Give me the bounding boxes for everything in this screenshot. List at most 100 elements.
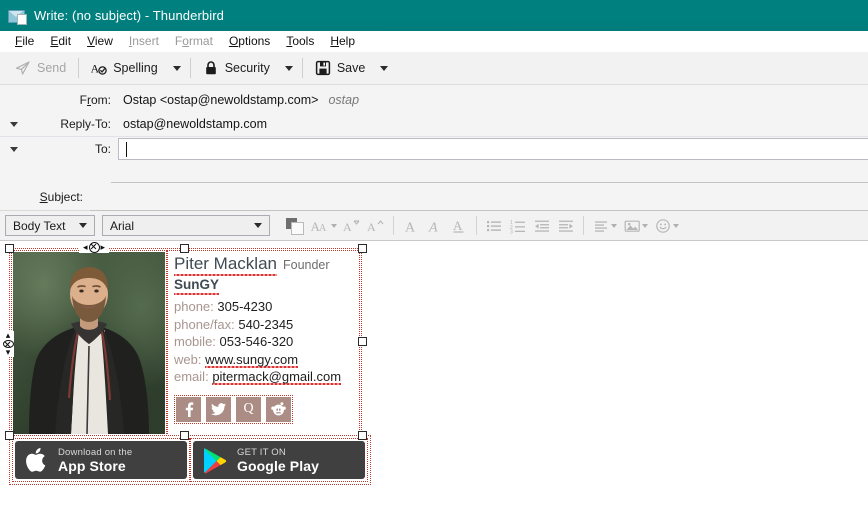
window-titlebar: Write: (no subject) - Thunderbird <box>0 0 868 31</box>
social-links: Q <box>174 394 293 424</box>
signature-info-cell: Piter Macklan Founder SunGY phone: 305-4… <box>167 250 360 436</box>
spellcheck-icon: A <box>91 62 107 76</box>
signature-row-label: email: <box>174 369 209 384</box>
to-row: To: <box>0 137 868 161</box>
security-dropdown[interactable] <box>279 55 299 81</box>
message-body-editor[interactable]: ◂ ▸ ▴ ▾ Piter Macklan Founder SunGY phon… <box>0 241 868 492</box>
selection-handle-top-center[interactable] <box>180 244 189 253</box>
underline-button[interactable]: A <box>447 214 471 238</box>
selection-handle-top-right[interactable] <box>358 244 367 253</box>
signature-table[interactable]: Piter Macklan Founder SunGY phone: 305-4… <box>9 248 362 438</box>
menu-view[interactable]: View <box>79 31 121 52</box>
signature-row-label: mobile: <box>174 334 216 349</box>
menubar: File Edit View Insert Format Options Too… <box>0 31 868 52</box>
emoticon-menu-button[interactable] <box>651 214 682 238</box>
menu-help[interactable]: Help <box>322 31 363 52</box>
security-label: Security <box>224 61 270 75</box>
menu-file[interactable]: File <box>7 31 42 52</box>
resize-handle-vertical[interactable]: ▴ ▾ <box>2 331 14 357</box>
insert-image-menu-button[interactable] <box>620 214 651 238</box>
paragraph-style-select[interactable]: Body Text <box>5 215 95 236</box>
selection-handle-bottom-right[interactable] <box>358 431 367 440</box>
svg-text:A: A <box>453 218 463 233</box>
app-store-badge[interactable]: Download on the App Store <box>15 441 187 479</box>
signature-row-value[interactable]: pitermack@gmail.com <box>212 369 342 385</box>
spelling-dropdown[interactable] <box>167 55 187 81</box>
decrease-font-size-button[interactable]: A <box>340 214 364 238</box>
resize-handle-horizontal[interactable]: ◂ ▸ <box>79 241 109 253</box>
signature-row-mobile: mobile: 053-546-320 <box>174 333 356 351</box>
signature-row-web: web: www.sungy.com <box>174 351 356 369</box>
selection-handle-top-left[interactable] <box>5 244 14 253</box>
align-menu-button[interactable] <box>589 214 620 238</box>
increase-font-size-button[interactable]: A <box>364 214 388 238</box>
save-dropdown[interactable] <box>374 55 394 81</box>
email-signature-selection[interactable]: Piter Macklan Founder SunGY phone: 305-4… <box>5 244 367 440</box>
subject-input[interactable] <box>90 183 868 211</box>
google-play-logo-icon <box>204 447 227 473</box>
bold-button[interactable]: A <box>399 214 423 238</box>
to-input[interactable] <box>118 138 868 160</box>
security-button[interactable]: Security <box>194 55 279 81</box>
selection-handle-middle-right[interactable] <box>358 337 367 346</box>
reply-to-twisty[interactable] <box>0 112 28 136</box>
reply-to-field[interactable]: ostap@newoldstamp.com <box>118 112 868 136</box>
format-separator <box>583 216 584 235</box>
formatting-toolbar: Body Text Arial A A A A A A A 1 2 3 <box>0 210 868 241</box>
font-family-select[interactable]: Arial <box>102 215 270 236</box>
font-size-menu-button[interactable]: A A <box>309 214 340 238</box>
signature-row-label: phone: <box>174 299 214 314</box>
save-button[interactable]: Save <box>306 55 375 81</box>
app-badges-row[interactable]: Download on the App Store GET IT ON Goog… <box>9 435 371 485</box>
from-identity: ostap <box>328 93 360 107</box>
from-row-spacer <box>0 88 28 112</box>
menu-tools[interactable]: Tools <box>278 31 322 52</box>
toolbar-separator <box>301 58 303 78</box>
google-play-line1: GET IT ON <box>237 446 286 458</box>
reddit-icon[interactable] <box>266 396 291 422</box>
indent-button[interactable] <box>554 214 578 238</box>
google-play-cell: GET IT ON Google Play <box>190 438 368 482</box>
spelling-button[interactable]: A Spelling <box>82 55 166 81</box>
selection-handle-bottom-center[interactable] <box>180 431 189 440</box>
subject-row: Subject: <box>0 183 868 211</box>
window-title: Write: (no subject) - Thunderbird <box>34 8 224 23</box>
signature-row-value: 053-546-320 <box>219 334 294 349</box>
send-icon <box>15 61 30 75</box>
selection-handle-bottom-left[interactable] <box>5 431 14 440</box>
toolbar-separator <box>189 58 191 78</box>
outdent-button[interactable] <box>530 214 554 238</box>
signature-row-phone-fax: phone/fax: 540-2345 <box>174 316 356 334</box>
google-play-badge[interactable]: GET IT ON Google Play <box>193 441 365 479</box>
signature-row-value[interactable]: www.sungy.com <box>205 351 299 368</box>
compose-message-icon <box>8 8 27 25</box>
text-color-swatch-button[interactable] <box>279 214 309 238</box>
menu-insert[interactable]: Insert <box>121 31 167 52</box>
twitter-icon[interactable] <box>206 396 231 422</box>
text-caret <box>126 141 127 157</box>
signature-name: Piter Macklan <box>174 254 277 276</box>
toolbar-separator <box>78 58 80 78</box>
lock-icon <box>205 61 216 75</box>
google-play-line2: Google Play <box>237 457 320 474</box>
menu-edit[interactable]: Edit <box>42 31 79 52</box>
italic-icon: A <box>428 220 438 234</box>
svg-text:A: A <box>428 220 438 234</box>
reply-to-label: Reply-To: <box>60 117 111 131</box>
subject-label: Subject: <box>39 189 83 204</box>
italic-button[interactable]: A <box>423 214 447 238</box>
signature-row-value: 540-2345 <box>238 316 294 332</box>
menu-options[interactable]: Options <box>221 31 278 52</box>
facebook-icon[interactable] <box>176 396 201 422</box>
from-field[interactable]: Ostap <ostap@newoldstamp.com> ostap <box>118 88 868 112</box>
bulleted-list-button[interactable] <box>482 214 506 238</box>
increase-font-icon: A <box>367 220 384 233</box>
quora-icon[interactable]: Q <box>236 396 261 422</box>
signature-company: SunGY <box>174 276 220 295</box>
reply-to-row: Reply-To: ostap@newoldstamp.com <box>0 112 868 137</box>
to-twisty[interactable] <box>0 137 28 161</box>
menu-format[interactable]: Format <box>167 31 221 52</box>
from-label: From: <box>79 93 111 107</box>
send-button[interactable]: Send <box>6 55 75 81</box>
numbered-list-button[interactable]: 1 2 3 <box>506 214 530 238</box>
